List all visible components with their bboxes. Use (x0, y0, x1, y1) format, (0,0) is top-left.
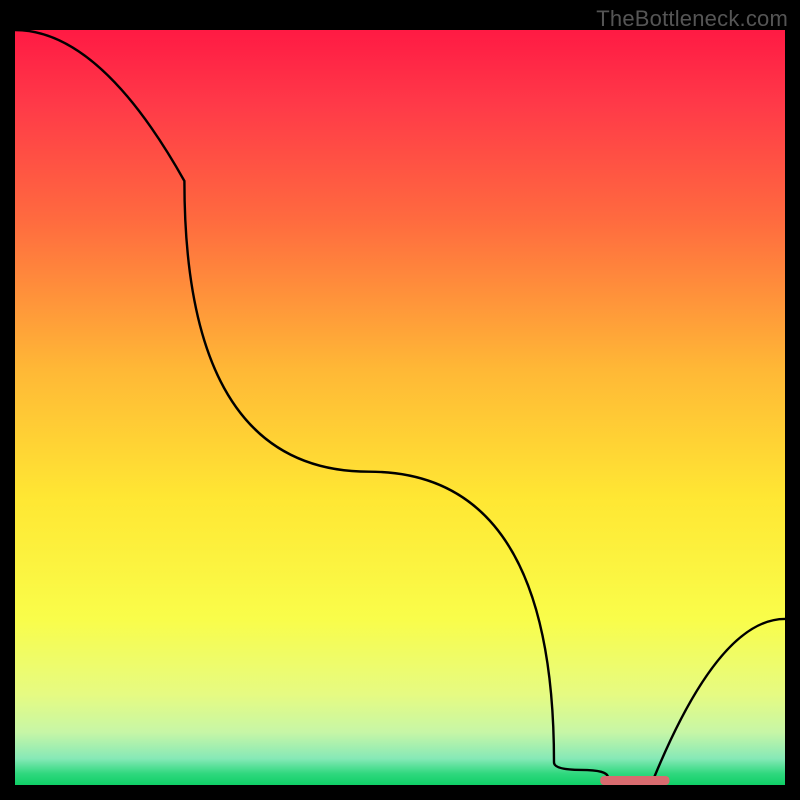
chart-frame (15, 30, 785, 785)
optimal-range-marker (600, 776, 669, 785)
bottleneck-chart (15, 30, 785, 785)
watermark-text: TheBottleneck.com (596, 6, 788, 32)
chart-background (15, 30, 785, 785)
